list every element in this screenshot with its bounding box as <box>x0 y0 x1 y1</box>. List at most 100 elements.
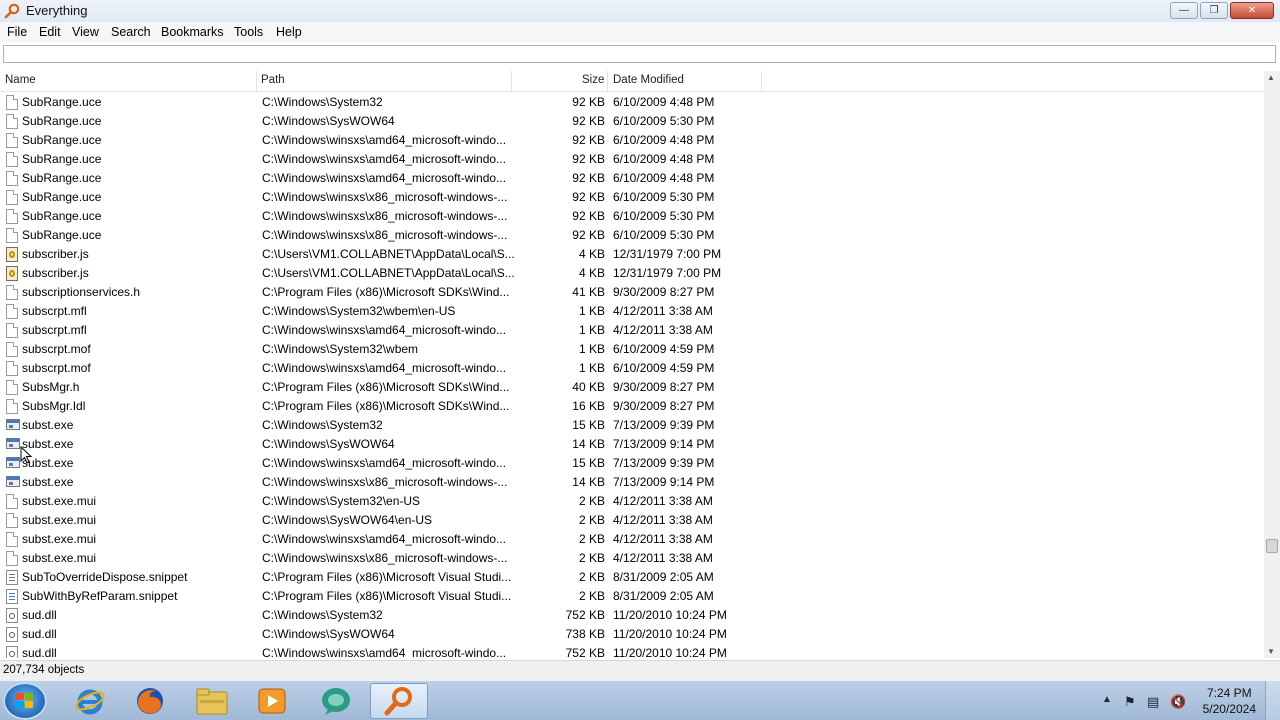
cell-name: SubRange.uce <box>22 95 102 109</box>
column-header-path[interactable]: Path <box>261 74 285 86</box>
scroll-up-arrow-icon[interactable]: ▲ <box>1267 73 1275 82</box>
menu-edit[interactable]: Edit <box>39 25 61 39</box>
table-row[interactable]: sud.dll C:\Windows\SysWOW64 738 KB 11/20/20… <box>0 625 1264 644</box>
cell-path: C:\Windows\System32 <box>262 95 383 109</box>
close-button[interactable]: ✕ <box>1230 2 1274 19</box>
menu-search[interactable]: Search <box>111 25 151 39</box>
cell-path: C:\Windows\System32\en-US <box>262 494 421 508</box>
column-header-date-modified[interactable]: Date Modified <box>613 74 684 86</box>
table-row[interactable]: subst.exe.mui C:\Windows\winsxs\x86_micro… <box>0 549 1264 568</box>
volume-muted-icon[interactable]: 🔇 <box>1170 694 1186 710</box>
network-icon[interactable]: ▤ <box>1147 694 1159 710</box>
table-row[interactable]: subst.exe.mui C:\Windows\winsxs\amd64_mic… <box>0 530 1264 549</box>
cell-name: SubsMgr.h <box>22 380 80 394</box>
cell-path: C:\Windows\SysWOW64 <box>262 627 395 641</box>
table-row[interactable]: SubRange.uce C:\Windows\winsxs\x86_micros… <box>0 226 1264 245</box>
cell-path: C:\Program Files (x86)\Microsoft SDKs\Wi… <box>262 285 510 299</box>
table-row[interactable]: subscriber.js C:\Users\VM1.COLLABNET\AppD… <box>0 245 1264 264</box>
cell-name: subst.exe.mui <box>22 494 97 508</box>
table-row[interactable]: SubRange.uce C:\Windows\winsxs\amd64_micr… <box>0 131 1264 150</box>
taskbar-firefox[interactable] <box>124 683 176 719</box>
table-row[interactable]: subst.exe.mui C:\Windows\System32\en-US 2 … <box>0 492 1264 511</box>
cell-date-modified: 11/20/2010 10:24 PM <box>613 627 727 641</box>
maximize-button[interactable]: ❐ <box>1200 2 1228 19</box>
taskbar-internet-explorer[interactable] <box>64 683 116 719</box>
menu-view[interactable]: View <box>72 25 99 39</box>
cell-path: C:\Windows\SysWOW64\en-US <box>262 513 433 527</box>
table-row[interactable]: SubToOverrideDispose.snippet C:\Program F… <box>0 568 1264 587</box>
table-row[interactable]: SubRange.uce C:\Windows\winsxs\amd64_micr… <box>0 169 1264 188</box>
table-row[interactable]: subscrpt.mfl C:\Windows\winsxs\amd64_micr… <box>0 321 1264 340</box>
cell-size: 40 KB <box>572 380 605 394</box>
vertical-scrollbar[interactable]: ▲ ▼ <box>1264 71 1280 658</box>
table-row[interactable]: subst.exe C:\Windows\SysWOW64 14 KB 7/13/20… <box>0 435 1264 454</box>
cell-path: C:\Program Files (x86)\Microsoft Visual … <box>262 589 512 603</box>
scrollbar-thumb[interactable] <box>1266 539 1278 553</box>
cell-name: subscriber.js <box>22 247 89 261</box>
table-row[interactable]: sud.dll C:\Windows\System32 752 KB 11/20/20… <box>0 606 1264 625</box>
menu-tools[interactable]: Tools <box>234 25 263 39</box>
table-row[interactable]: subscrpt.mof C:\Windows\winsxs\amd64_micr… <box>0 359 1264 378</box>
taskbar-clock[interactable]: 7:24 PM 5/20/2024 <box>1203 685 1256 717</box>
table-row[interactable]: subst.exe C:\Windows\winsxs\amd64_microso… <box>0 454 1264 473</box>
cell-path: C:\Users\VM1.COLLABNET\AppData\Local\S..… <box>262 247 515 261</box>
menu-file[interactable]: File <box>7 25 27 39</box>
table-row[interactable]: subst.exe C:\Windows\winsxs\x86_microsoft… <box>0 473 1264 492</box>
table-row[interactable]: subscrpt.mof C:\Windows\System32\wbem 1 KB… <box>0 340 1264 359</box>
show-desktop-button[interactable] <box>1265 681 1280 720</box>
taskbar-chat-app[interactable] <box>310 683 362 719</box>
table-row[interactable]: subscriber.js C:\Users\VM1.COLLABNET\AppD… <box>0 264 1264 283</box>
cell-date-modified: 7/13/2009 9:39 PM <box>613 418 715 432</box>
cell-date-modified: 6/10/2009 4:59 PM <box>613 361 715 375</box>
search-input[interactable] <box>4 46 1275 62</box>
table-row[interactable]: subscriptionservices.h C:\Program Files (… <box>0 283 1264 302</box>
dll-icon <box>6 627 18 642</box>
cell-name: subscriptionservices.h <box>22 285 141 299</box>
cell-date-modified: 9/30/2009 8:27 PM <box>613 380 715 394</box>
menu-bookmarks[interactable]: Bookmarks <box>161 25 224 39</box>
taskbar-everything[interactable] <box>370 683 428 719</box>
table-row[interactable]: SubRange.uce C:\Windows\winsxs\amd64_micr… <box>0 150 1264 169</box>
cell-name: SubsMgr.Idl <box>22 399 86 413</box>
cell-path: C:\Windows\winsxs\x86_microsoft-windows-… <box>262 475 508 489</box>
title-bar[interactable]: Everything — ❐ ✕ <box>0 0 1280 23</box>
column-divider[interactable] <box>761 71 762 91</box>
cell-size: 2 KB <box>578 494 605 508</box>
table-row[interactable]: sud.dll C:\Windows\winsxs\amd64_microsoft… <box>0 644 1264 658</box>
cell-size: 14 KB <box>572 437 605 451</box>
minimize-button[interactable]: — <box>1170 2 1198 19</box>
cell-size: 752 KB <box>565 608 605 622</box>
internet-explorer-icon <box>75 689 105 715</box>
table-row[interactable]: SubsMgr.h C:\Program Files (x86)\Microsof… <box>0 378 1264 397</box>
cell-date-modified: 6/10/2009 4:48 PM <box>613 95 715 109</box>
table-row[interactable]: subst.exe.mui C:\Windows\SysWOW64\en-US 2 … <box>0 511 1264 530</box>
table-row[interactable]: SubsMgr.Idl C:\Program Files (x86)\Micros… <box>0 397 1264 416</box>
column-divider[interactable] <box>607 71 608 91</box>
taskbar-file-explorer[interactable] <box>186 683 238 719</box>
table-row[interactable]: SubRange.uce C:\Windows\SysWOW64 92 KB 6/10… <box>0 112 1264 131</box>
cell-date-modified: 6/10/2009 5:30 PM <box>613 114 715 128</box>
column-header-size[interactable]: Size <box>582 74 604 86</box>
column-divider[interactable] <box>256 71 257 91</box>
scroll-down-arrow-icon[interactable]: ▼ <box>1267 647 1275 656</box>
menu-help[interactable]: Help <box>276 25 302 39</box>
taskbar-media-player[interactable] <box>246 683 298 719</box>
cell-path: C:\Windows\winsxs\x86_microsoft-windows-… <box>262 190 508 204</box>
table-row[interactable]: SubWithByRefParam.snippet C:\Program File… <box>0 587 1264 606</box>
column-header-name[interactable]: Name <box>5 74 36 86</box>
cell-date-modified: 6/10/2009 4:48 PM <box>613 152 715 166</box>
executable-icon <box>6 476 20 487</box>
start-button[interactable] <box>3 682 47 720</box>
table-row[interactable]: SubRange.uce C:\Windows\winsxs\x86_micros… <box>0 207 1264 226</box>
table-row[interactable]: SubRange.uce C:\Windows\System32 92 KB 6/10… <box>0 93 1264 112</box>
column-divider[interactable] <box>511 71 512 91</box>
table-row[interactable]: subst.exe C:\Windows\System32 15 KB 7/13/20… <box>0 416 1264 435</box>
show-hidden-icons-icon[interactable]: ▲ <box>1102 694 1112 705</box>
cell-name: SubRange.uce <box>22 114 102 128</box>
table-row[interactable]: SubRange.uce C:\Windows\winsxs\x86_micros… <box>0 188 1264 207</box>
action-center-flag-icon[interactable]: ⚑ <box>1124 694 1136 710</box>
cell-name: subst.exe.mui <box>22 513 97 527</box>
clock-time: 7:24 PM <box>1206 686 1252 700</box>
table-row[interactable]: subscrpt.mfl C:\Windows\System32\wbem\en-… <box>0 302 1264 321</box>
document-icon <box>6 228 18 243</box>
